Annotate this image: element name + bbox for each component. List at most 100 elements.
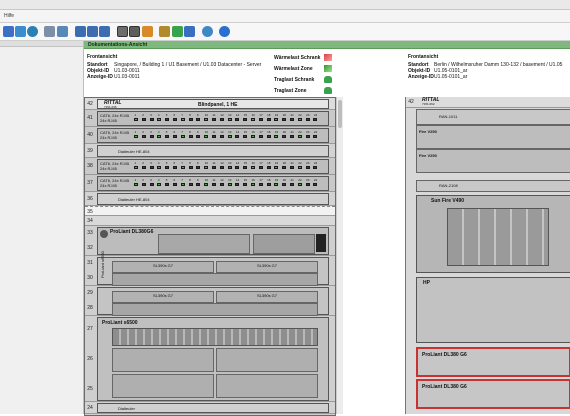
server-node[interactable] <box>112 374 214 398</box>
rack-unit[interactable]: 40 CAT6, 24x RJ45 24x RJ45 1 2 3 4 5 6 7 8 9 10 11… <box>85 127 335 144</box>
server-node[interactable] <box>216 348 318 372</box>
scrollbar-thumb[interactable] <box>338 100 342 128</box>
rj45-port[interactable] <box>157 183 162 186</box>
rj45-port[interactable] <box>173 118 177 121</box>
rack-unit[interactable]: 33 32 ProLiant DL380G6 <box>85 226 335 256</box>
blind-panel[interactable]: RITTAL 7151.035 Blindpanel, 1 HE <box>97 99 329 109</box>
rj45-port[interactable] <box>258 118 263 121</box>
rj45-port[interactable] <box>219 135 224 138</box>
tools-icon[interactable] <box>142 26 153 37</box>
rj45-port[interactable] <box>313 183 318 186</box>
rj45-port[interactable] <box>204 135 209 138</box>
rj45-port[interactable] <box>141 135 146 138</box>
tree-icon[interactable] <box>172 26 183 37</box>
rj45-port[interactable] <box>173 135 177 138</box>
rj45-port[interactable] <box>188 118 193 121</box>
server-node[interactable] <box>112 348 214 372</box>
server-dl380-alarm[interactable]: ProLiant DL380 G6 <box>416 379 570 409</box>
rj45-port[interactable] <box>305 183 310 186</box>
rj45-port[interactable] <box>196 166 201 169</box>
rj45-port[interactable] <box>134 166 138 169</box>
rj45-port[interactable] <box>243 135 248 138</box>
rj45-port[interactable] <box>165 135 170 138</box>
weight-green-icon[interactable] <box>324 76 332 83</box>
rj45-port[interactable] <box>290 166 294 169</box>
server-node[interactable]: SL390s G7 <box>216 291 318 303</box>
pointer-icon[interactable] <box>44 26 55 37</box>
rj45-port[interactable] <box>157 135 162 138</box>
rj45-port[interactable] <box>227 166 232 169</box>
cable-manager[interactable]: Dialteuler HE-804 <box>97 193 329 205</box>
server-fire-v250[interactable]: Fire V250 <box>416 125 570 149</box>
rack-unit[interactable]: 31 30 ProLiant s6500 SL390s G7 SL390s G7 <box>85 251 335 286</box>
rack-unit[interactable]: 37 CAT6, 24x RJ45 24x RJ45 1 2 3 4 5 6 7 8 9 10 11… <box>85 175 335 192</box>
patch-panel[interactable]: CAT6, 24x RJ45 24x RJ45 1 2 3 4 5 6 7 8 9 10 11 12 1… <box>97 176 329 191</box>
rj45-port[interactable] <box>212 183 216 186</box>
rj45-port[interactable] <box>157 118 162 121</box>
patch-panel[interactable]: RAN-2108 <box>416 180 570 192</box>
rj45-port[interactable] <box>219 166 224 169</box>
rj45-port[interactable] <box>274 166 279 169</box>
rj45-port[interactable] <box>251 135 255 138</box>
rj45-port[interactable] <box>173 183 177 186</box>
rj45-port[interactable] <box>141 183 146 186</box>
rj45-port[interactable] <box>180 166 185 169</box>
globe-icon[interactable] <box>27 26 38 37</box>
rj45-port[interactable] <box>219 118 224 121</box>
rack-back-icon[interactable] <box>129 26 140 37</box>
server-node[interactable] <box>216 374 318 398</box>
patch-panel[interactable]: CAT6, 24x RJ45 24x RJ45 1 2 3 4 5 6 7 8 9 10 11 12 1… <box>97 159 329 174</box>
rj45-port[interactable] <box>297 135 302 138</box>
connect-icon[interactable] <box>75 26 86 37</box>
weight-green-icon[interactable] <box>324 87 332 94</box>
rj45-port[interactable] <box>243 183 248 186</box>
rj45-port[interactable] <box>149 118 154 121</box>
rj45-port[interactable] <box>157 166 162 169</box>
pencil-red-icon[interactable] <box>324 54 332 61</box>
rj45-port[interactable] <box>305 166 310 169</box>
rj45-port[interactable] <box>227 183 232 186</box>
move-icon[interactable] <box>184 26 195 37</box>
server-node[interactable]: SL390s G7 <box>216 261 318 273</box>
rj45-port[interactable] <box>282 135 287 138</box>
rj45-port[interactable] <box>235 183 240 186</box>
server-sl390s[interactable]: ProLiant s6500 SL390s G7 SL390s G7 <box>97 251 329 286</box>
server-dl380[interactable]: ProLiant DL380G6 <box>97 227 329 255</box>
rj45-port[interactable] <box>274 135 279 138</box>
rj45-port[interactable] <box>196 118 201 121</box>
vertical-scrollbar[interactable] <box>336 97 343 414</box>
cable-manager[interactable]: Dialteuler <box>97 403 329 413</box>
rack-unit[interactable]: 27 26 25 ProLiant s6500 <box>85 316 335 402</box>
refresh-icon[interactable] <box>202 26 213 37</box>
key-icon[interactable] <box>159 26 170 37</box>
rj45-port[interactable] <box>266 183 271 186</box>
rj45-port[interactable] <box>227 135 232 138</box>
rj45-port[interactable] <box>297 166 302 169</box>
rack-unit[interactable]: 42 RITTAL 7151.035 Blindpanel, 1 HE <box>85 98 335 110</box>
rj45-port[interactable] <box>251 183 255 186</box>
rj45-port[interactable] <box>305 118 310 121</box>
rj45-port[interactable] <box>274 118 279 121</box>
rj45-port[interactable] <box>212 135 216 138</box>
server-hp[interactable]: HP <box>416 277 570 343</box>
rj45-port[interactable] <box>266 135 271 138</box>
rj45-port[interactable] <box>313 118 318 121</box>
rj45-port[interactable] <box>165 183 170 186</box>
rj45-port[interactable] <box>165 166 170 169</box>
rack-unit[interactable]: 41 CAT6, 24x RJ45 24x RJ45 1 2 3 4 5 6 7 8 9 10 11… <box>85 110 335 127</box>
rj45-port[interactable] <box>196 183 201 186</box>
rj45-port[interactable] <box>180 118 185 121</box>
rj45-port[interactable] <box>297 118 302 121</box>
rj45-port[interactable] <box>141 166 146 169</box>
rj45-port[interactable] <box>219 183 224 186</box>
rj45-port[interactable] <box>297 183 302 186</box>
rj45-port[interactable] <box>305 135 310 138</box>
server-node[interactable]: SL390s G7 <box>112 291 214 303</box>
rj45-port[interactable] <box>204 183 209 186</box>
rj45-port[interactable] <box>188 135 193 138</box>
rack-view-icon[interactable] <box>117 26 128 37</box>
rj45-port[interactable] <box>313 135 318 138</box>
rack-unit[interactable]: 24 Dialteuler <box>85 402 335 414</box>
rj45-port[interactable] <box>196 135 201 138</box>
rj45-port[interactable] <box>149 135 154 138</box>
